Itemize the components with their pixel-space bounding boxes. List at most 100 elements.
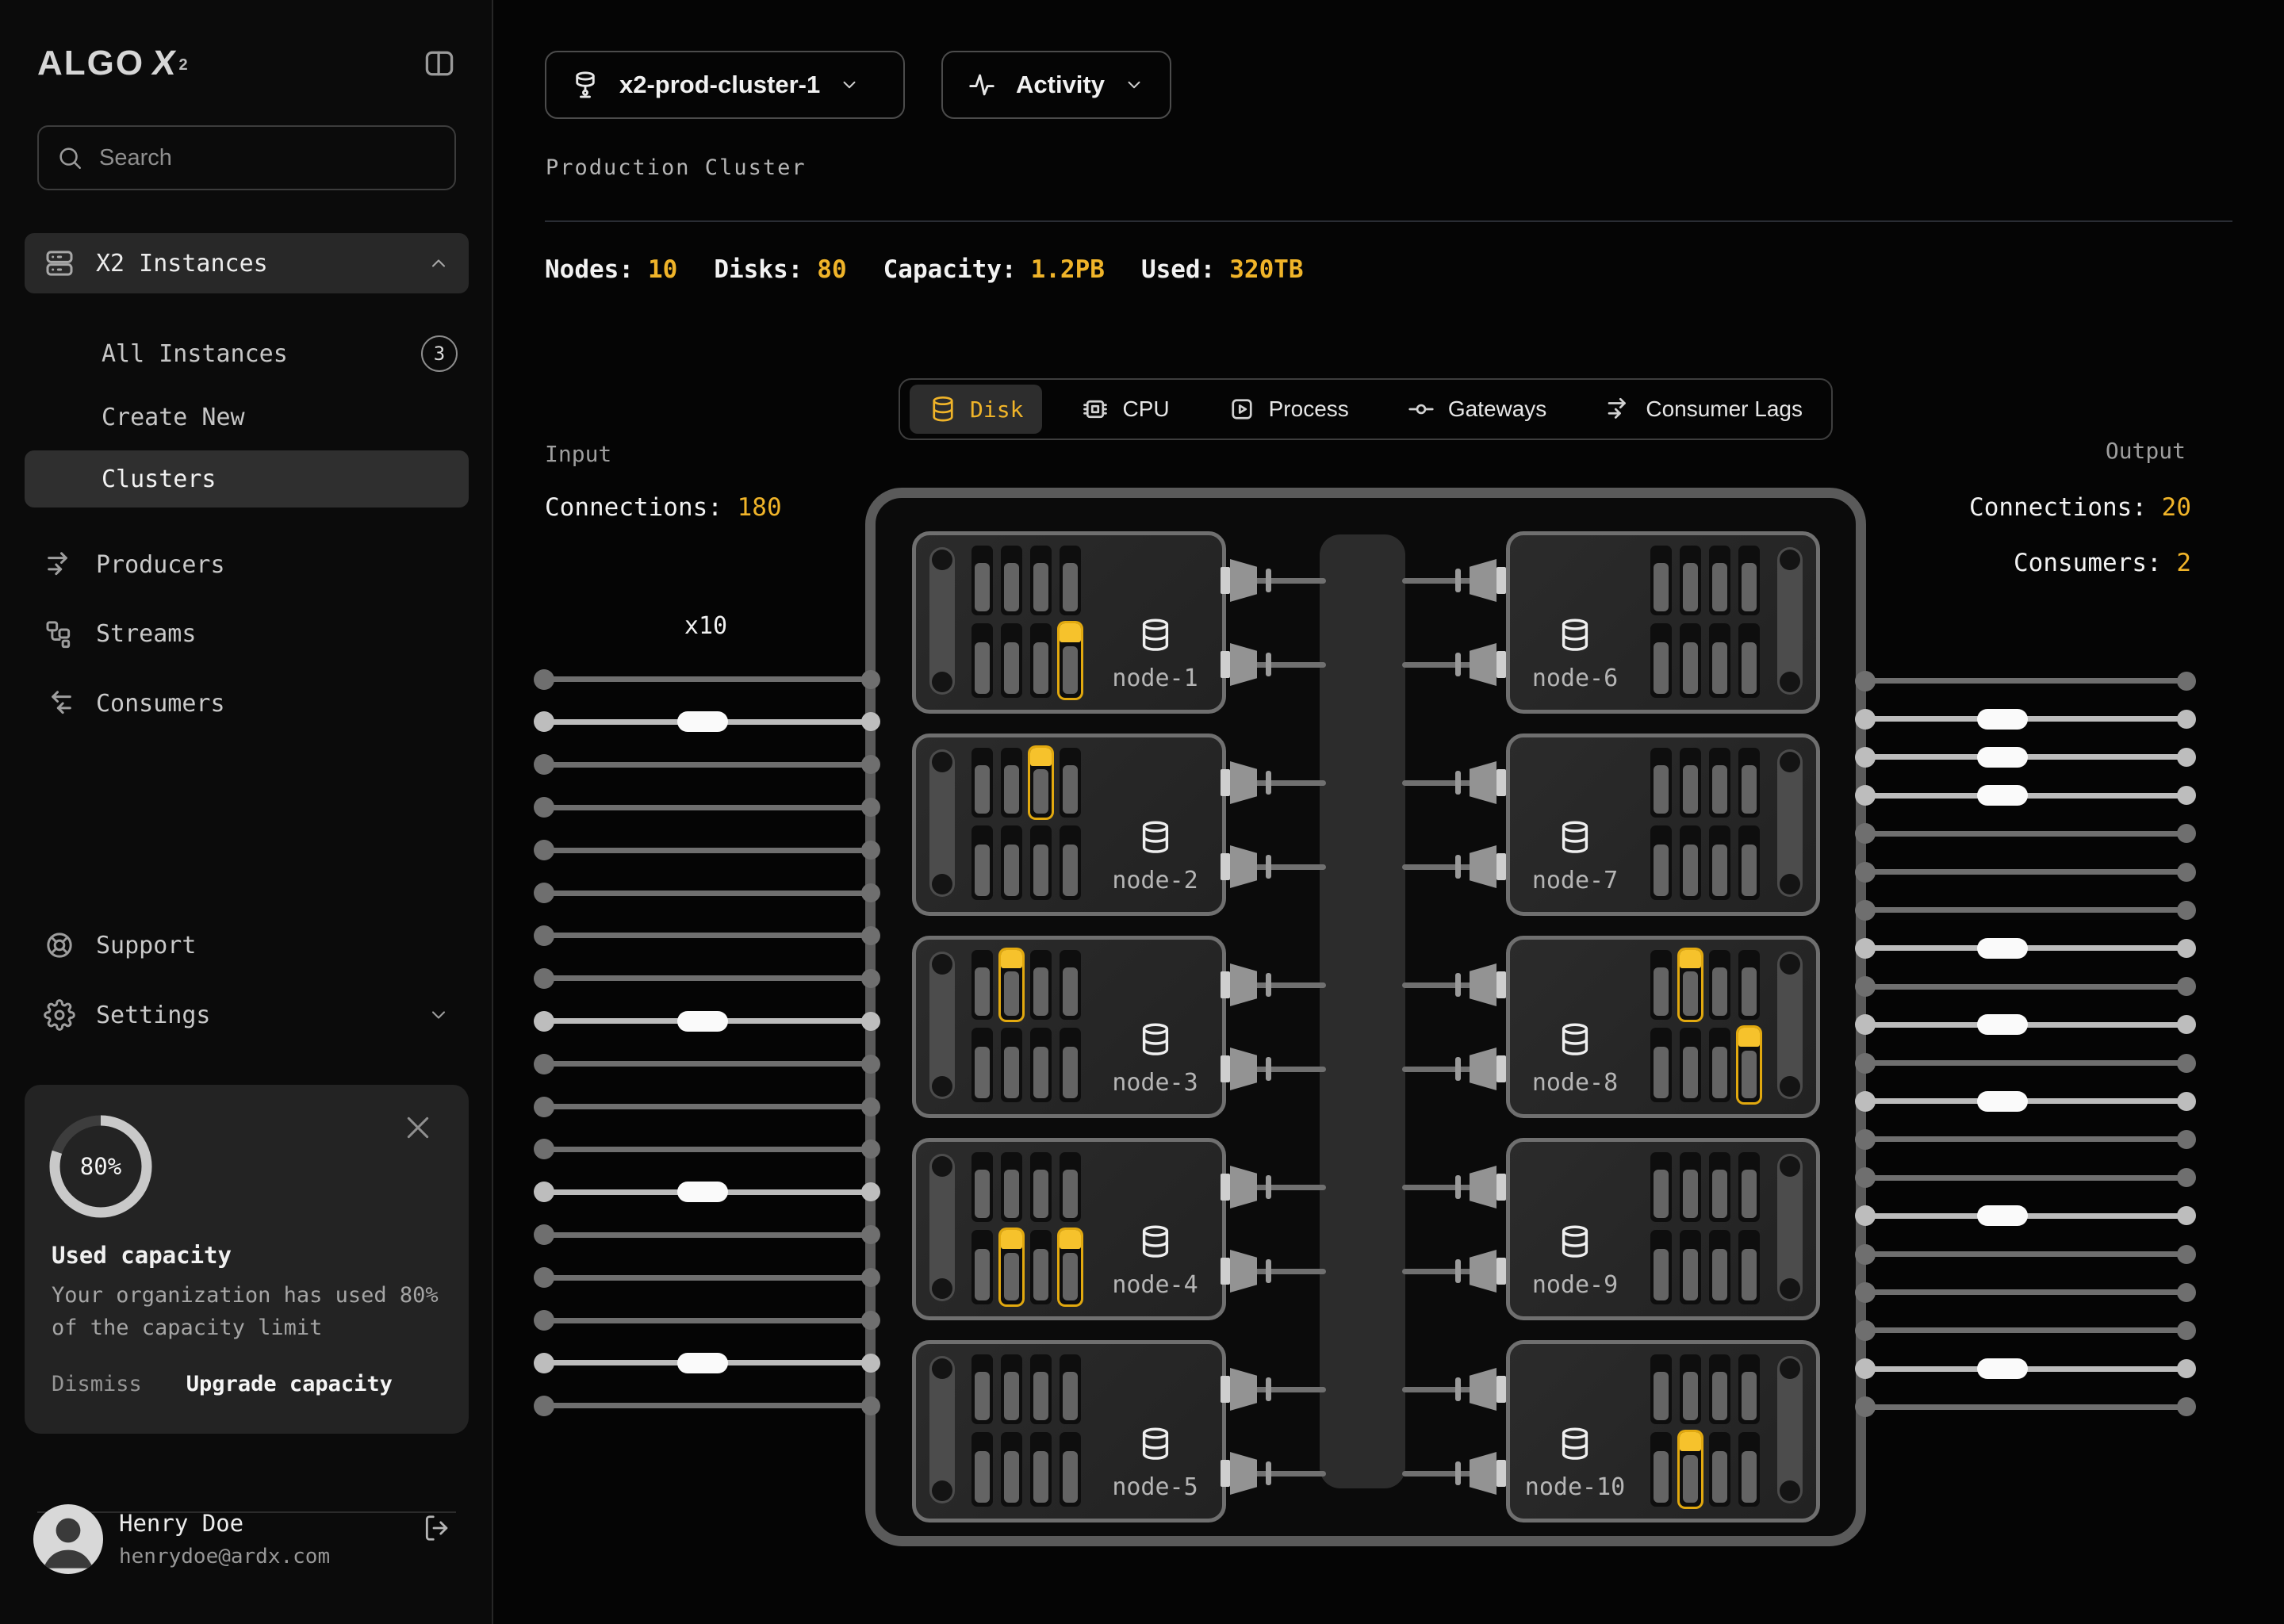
disk-slot (1738, 1432, 1760, 1507)
connector-plug-tick (1266, 973, 1271, 997)
disk-slot (1650, 1028, 1672, 1102)
connector-plug-edge (1221, 853, 1230, 880)
connector-plug-edge (1496, 853, 1506, 880)
disk-slot (1060, 1432, 1081, 1507)
input-line-15 (534, 1267, 880, 1289)
node-card-node-1[interactable]: node-1 (912, 531, 1226, 714)
line-endpoint-dot (1855, 1052, 1876, 1074)
connector-plug-tick (1266, 1057, 1271, 1081)
line-endpoint-dot (2177, 977, 2196, 997)
line-endpoint-dot (2177, 671, 2196, 691)
line-endpoint-dot (1855, 1014, 1876, 1036)
disk-slot (1030, 546, 1052, 615)
disk-slot (1001, 1432, 1022, 1507)
connector-plug-tick (1266, 1461, 1271, 1485)
connector-plug-body (1230, 1166, 1257, 1208)
node-card-node-3[interactable]: node-3 (912, 936, 1226, 1118)
connection-slider-handle[interactable] (1977, 1090, 2028, 1112)
connector-plug-body (1230, 1250, 1257, 1293)
app-window: ALGOX2 X2 Instances All Instances 3 Crea… (0, 0, 2284, 1624)
node-meta: node-2 (1094, 737, 1216, 912)
line-endpoint-dot (1855, 1281, 1876, 1303)
connector-plug-edge (1496, 1174, 1506, 1201)
line-endpoint-dot (2177, 1129, 2196, 1149)
database-icon (1557, 1426, 1593, 1462)
connection-slider-handle[interactable] (1977, 937, 2028, 959)
connection-slider-handle[interactable] (1977, 1358, 2028, 1380)
connection-slider-handle[interactable] (677, 711, 728, 733)
disk-slot (1738, 825, 1760, 900)
disk-slot-highlighted (1680, 950, 1701, 1020)
disk-slot (1001, 1354, 1022, 1424)
line-endpoint-dot (1855, 1167, 1876, 1189)
output-line-4 (1855, 785, 2196, 806)
node-card-node-5[interactable]: node-5 (912, 1340, 1226, 1522)
disk-slot (1738, 1354, 1760, 1424)
input-line-7 (534, 925, 880, 946)
disk-slot (1060, 1354, 1081, 1424)
node-card-node-6[interactable]: node-6 (1506, 531, 1820, 714)
line-endpoint-dot (861, 968, 880, 988)
disk-grid (971, 546, 1081, 698)
node-label: node-4 (1112, 1271, 1198, 1299)
node-card-node-10[interactable]: node-10 (1506, 1340, 1820, 1522)
disk-slot (1709, 623, 1730, 698)
node-card-node-7[interactable]: node-7 (1506, 733, 1820, 916)
connection-slider-handle[interactable] (1977, 708, 2028, 730)
database-icon (1557, 819, 1593, 856)
output-line-20 (1855, 1396, 2196, 1418)
output-line-12 (1855, 1090, 2196, 1112)
line-endpoint-dot (1855, 1396, 1876, 1418)
line-endpoint-dot (534, 1139, 554, 1160)
node-label: node-10 (1524, 1473, 1626, 1501)
line-endpoint-dot (2177, 862, 2196, 882)
line-endpoint-dot (534, 967, 554, 989)
node-meta: node-1 (1094, 535, 1216, 710)
disk-slot-highlighted (1030, 748, 1052, 818)
node-label: node-6 (1531, 665, 1619, 692)
output-line-17 (1855, 1281, 2196, 1303)
connection-slider-handle[interactable] (1977, 1014, 2028, 1036)
connection-slider-handle[interactable] (677, 1352, 728, 1373)
rack-rail (1777, 1154, 1803, 1301)
output-line-3 (1855, 746, 2196, 768)
connector-plug-body (1230, 761, 1257, 804)
disk-slot (1060, 546, 1081, 615)
node-card-node-8[interactable]: node-8 (1506, 936, 1820, 1118)
disk-slot (1030, 950, 1052, 1020)
disk-slot (1738, 748, 1760, 818)
connection-slider-handle[interactable] (677, 1010, 728, 1032)
disk-slot (1680, 546, 1701, 615)
line-endpoint-dot (534, 1310, 554, 1331)
connection-slider-handle[interactable] (1977, 785, 2028, 806)
line-endpoint-dot (1855, 1358, 1876, 1380)
line-endpoint-dot (861, 925, 880, 945)
disk-slot (1650, 1230, 1672, 1304)
disk-slot (1709, 1432, 1730, 1507)
disk-slot-highlighted (1001, 950, 1022, 1020)
connector-plug-tick (1455, 569, 1461, 592)
input-line-10 (534, 1053, 880, 1074)
disk-slot-highlighted (1060, 1230, 1081, 1304)
disk-slot (1060, 1028, 1081, 1102)
disk-slot (1060, 748, 1081, 818)
line-endpoint-dot (2177, 709, 2196, 729)
line-endpoint-dot (1855, 861, 1876, 883)
node-card-node-4[interactable]: node-4 (912, 1138, 1226, 1320)
connection-slider-handle[interactable] (677, 1182, 728, 1203)
disk-slot (1001, 825, 1022, 900)
disk-slot (1680, 748, 1701, 818)
connection-slider-handle[interactable] (1977, 746, 2028, 768)
line-endpoint-dot (861, 1054, 880, 1074)
connection-slider-handle[interactable] (1977, 1205, 2028, 1227)
line-endpoint-dot (2177, 1282, 2196, 1302)
disk-slot (971, 1152, 993, 1222)
node-card-node-2[interactable]: node-2 (912, 733, 1226, 916)
output-line-15 (1855, 1205, 2196, 1227)
node-card-node-9[interactable]: node-9 (1506, 1138, 1820, 1320)
line-endpoint-dot (861, 1097, 880, 1116)
line-endpoint-dot (534, 1267, 554, 1289)
rack-rail (929, 749, 955, 897)
line-endpoint-dot (2177, 1053, 2196, 1073)
input-line-11 (534, 1096, 880, 1117)
